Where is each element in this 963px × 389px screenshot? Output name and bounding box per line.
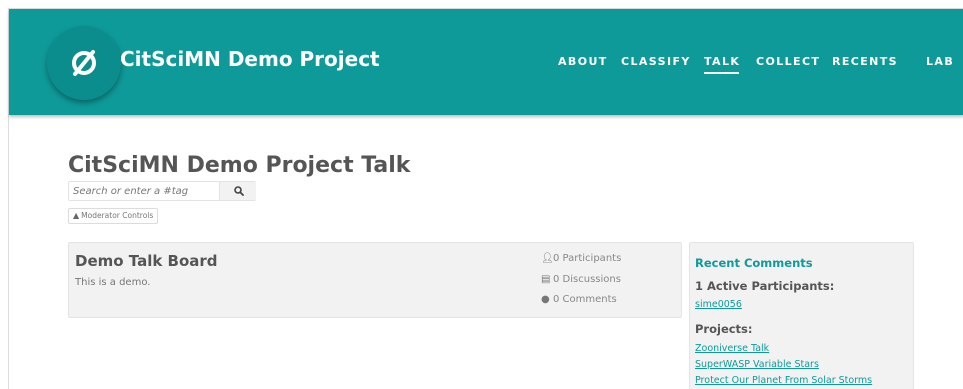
board-card[interactable]: Demo Talk Board This is a demo. 👤︎0 Part… <box>68 242 682 318</box>
talk-search <box>68 181 256 201</box>
project-link[interactable]: Zooniverse Talk <box>695 343 769 354</box>
project-link[interactable]: SuperWASP Variable Stars <box>695 359 819 370</box>
nav-recents[interactable]: RECENTS <box>832 55 898 68</box>
nav-lab[interactable]: LAB <box>926 55 954 68</box>
active-participants-label: 1 Active Participants: <box>695 279 835 293</box>
project-link[interactable]: Protect Our Planet From Solar Storms <box>695 375 872 386</box>
nav-collect[interactable]: COLLECT <box>756 55 820 68</box>
warning-icon: ▲ <box>73 211 80 220</box>
moderator-controls-button[interactable]: ▲ Moderator Controls <box>68 208 159 224</box>
projects-label: Projects: <box>695 322 753 336</box>
board-description: This is a demo. <box>75 277 151 288</box>
comments-stat: ● 0 Comments <box>541 294 617 305</box>
recent-comments-panel: Recent Comments 1 Active Participants: s… <box>689 242 914 389</box>
search-input[interactable] <box>71 183 219 199</box>
moderator-controls-label: Moderator Controls <box>81 211 154 220</box>
page-title: CitSciMN Demo Project Talk <box>68 153 411 178</box>
nav-about[interactable]: ABOUT <box>558 55 608 68</box>
discussions-stat: ▤ 0 Discussions <box>541 274 621 285</box>
project-nav: ABOUT CLASSIFY TALK COLLECT RECENTS LAB <box>9 55 963 75</box>
site-header: CitSciMN Demo Project ABOUT CLASSIFY TAL… <box>9 9 963 115</box>
nav-classify[interactable]: CLASSIFY <box>621 55 691 68</box>
board-title[interactable]: Demo Talk Board <box>75 252 218 270</box>
nav-talk[interactable]: TALK <box>704 55 740 74</box>
user-icon: 👤︎ <box>541 253 554 264</box>
page: CitSciMN Demo Project ABOUT CLASSIFY TAL… <box>8 8 963 389</box>
comment-icon: ● <box>541 294 550 305</box>
list-icon: ▤ <box>541 274 551 285</box>
search-icon <box>234 186 244 196</box>
recent-comments-link[interactable]: Recent Comments <box>695 256 813 270</box>
search-button[interactable] <box>219 182 256 200</box>
participant-link[interactable]: sime0056 <box>695 299 742 310</box>
participants-stat: 👤︎0 Participants <box>541 253 622 264</box>
